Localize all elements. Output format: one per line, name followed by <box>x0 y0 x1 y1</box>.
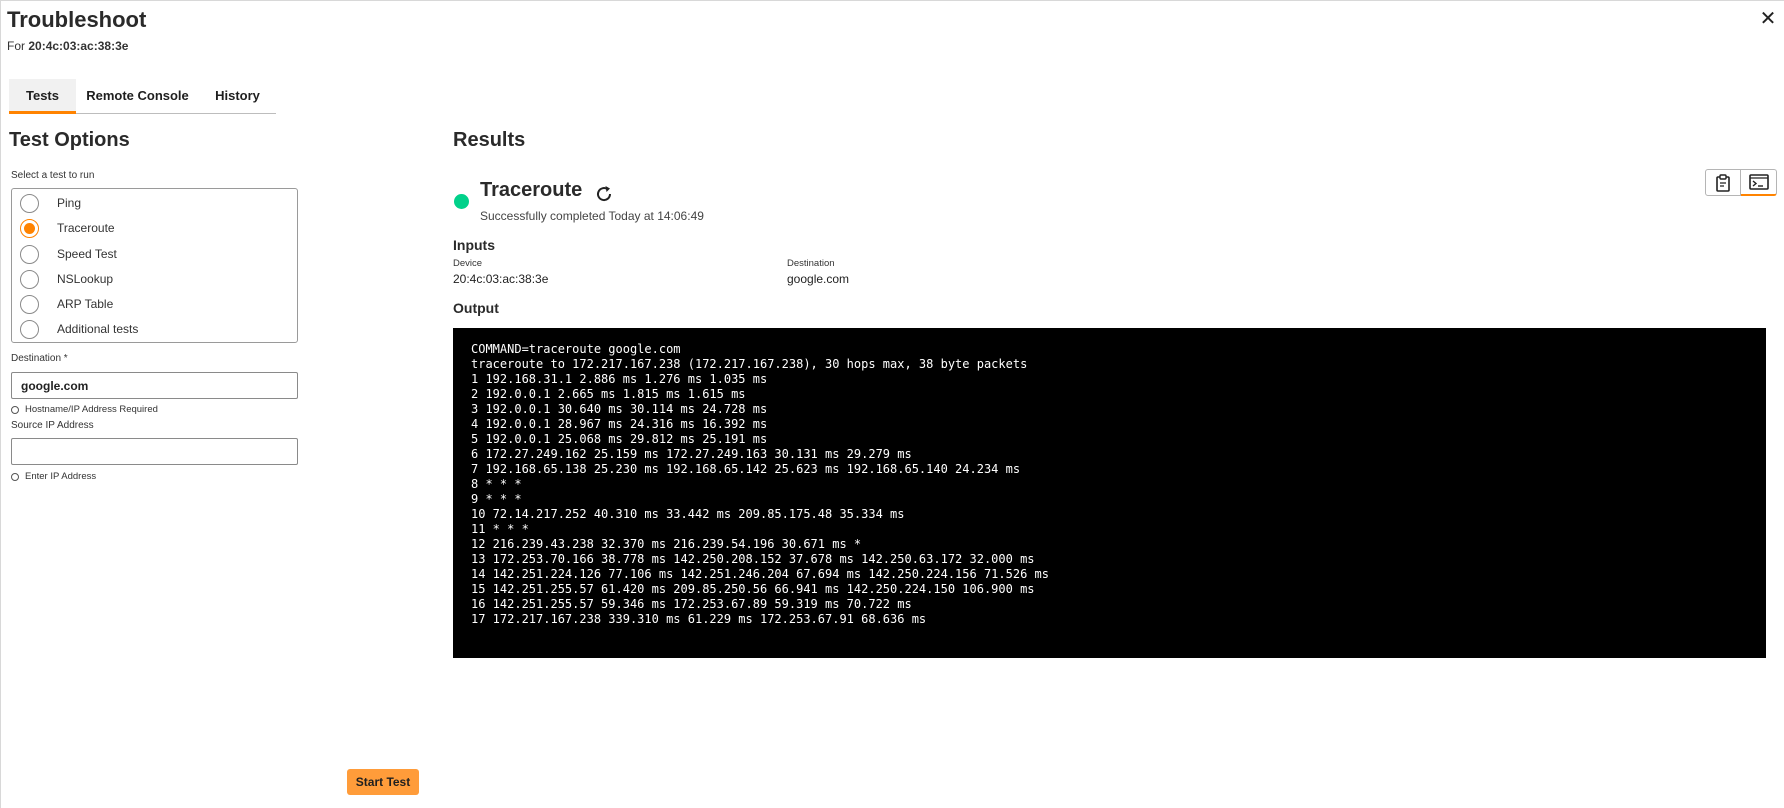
terminal-line: 4 192.0.0.1 28.967 ms 24.316 ms 16.392 m… <box>471 417 768 431</box>
subtitle-prefix: For <box>7 39 25 53</box>
device-value: 20:4c:03:ac:38:3e <box>453 272 549 286</box>
output-heading: Output <box>453 300 499 316</box>
terminal-line: 14 142.251.224.126 77.106 ms 142.251.246… <box>471 567 1049 581</box>
destination-result-value: google.com <box>787 272 850 286</box>
terminal-line: 7 192.168.65.138 25.230 ms 192.168.65.14… <box>471 462 1021 476</box>
test-options-heading: Test Options <box>9 129 130 151</box>
info-icon <box>11 472 19 481</box>
radio-additional-tests[interactable]: Additional tests <box>20 318 138 340</box>
terminal-line: 9 * * * <box>471 492 522 506</box>
radio-label: NSLookup <box>57 272 114 286</box>
terminal-line: 3 192.0.0.1 30.640 ms 30.114 ms 24.728 m… <box>471 402 768 416</box>
destination-input[interactable] <box>11 372 298 399</box>
tab-history[interactable]: History <box>199 79 276 113</box>
device-label: Device <box>453 258 483 269</box>
terminal-line: 13 172.253.70.166 38.778 ms 142.250.208.… <box>471 552 1035 566</box>
info-icon <box>11 405 19 414</box>
radio-nslookup[interactable]: NSLookup <box>20 268 113 290</box>
radio-button-selected[interactable] <box>20 218 39 238</box>
select-test-label: Select a test to run <box>11 170 95 181</box>
radio-button[interactable] <box>20 244 39 264</box>
results-heading: Results <box>453 129 526 151</box>
radio-label: Speed Test <box>57 247 117 261</box>
radio-button[interactable] <box>20 269 39 289</box>
radio-label: Ping <box>57 196 82 210</box>
terminal-line: 6 172.27.249.162 25.159 ms 172.27.249.16… <box>471 447 912 461</box>
destination-label: Destination * <box>11 353 68 364</box>
result-test-name: Traceroute <box>480 179 583 201</box>
source-ip-label: Source IP Address <box>11 420 94 431</box>
tab-tests[interactable]: Tests <box>9 79 76 114</box>
terminal-line: 5 192.0.0.1 25.068 ms 29.812 ms 25.191 m… <box>471 432 768 446</box>
tab-remote-console[interactable]: Remote Console <box>76 79 199 113</box>
output-tool-group <box>1705 169 1777 196</box>
terminal-line: 8 * * * <box>471 477 522 491</box>
result-status-text: Successfully completed Today at 14:06:49 <box>480 209 704 223</box>
tab-bar: Tests Remote Console History <box>9 79 276 114</box>
destination-hint-text: Hostname/IP Address Required <box>25 404 158 415</box>
test-radio-group: Ping Traceroute Speed Test NSLookup ARP … <box>11 188 298 343</box>
radio-speed-test[interactable]: Speed Test <box>20 243 117 265</box>
page-title: Troubleshoot <box>7 7 147 32</box>
source-ip-input[interactable] <box>11 438 298 465</box>
radio-button[interactable] <box>20 319 39 339</box>
radio-label: ARP Table <box>57 297 114 311</box>
inputs-heading: Inputs <box>453 237 495 253</box>
radio-button[interactable] <box>20 294 39 314</box>
terminal-icon[interactable] <box>1741 169 1777 196</box>
terminal-line: 1 192.168.31.1 2.886 ms 1.276 ms 1.035 m… <box>471 372 768 386</box>
close-icon[interactable]: ✕ <box>1756 7 1780 31</box>
radio-label: Traceroute <box>57 221 115 235</box>
start-test-button[interactable]: Start Test <box>347 769 419 795</box>
terminal-line: 15 142.251.255.57 61.420 ms 209.85.250.5… <box>471 582 1035 596</box>
source-ip-hint: Enter IP Address <box>11 471 96 482</box>
terminal-line: 12 216.239.43.238 32.370 ms 216.239.54.1… <box>471 537 862 551</box>
refresh-icon[interactable] <box>593 183 615 205</box>
radio-label: Additional tests <box>57 322 139 336</box>
source-ip-hint-text: Enter IP Address <box>25 471 97 482</box>
troubleshoot-panel: Troubleshoot For 20:4c:03:ac:38:3e ✕ Tes… <box>0 0 1784 808</box>
destination-hint: Hostname/IP Address Required <box>11 404 158 415</box>
radio-button[interactable] <box>20 193 39 213</box>
radio-ping[interactable]: Ping <box>20 192 81 214</box>
terminal-line: 17 172.217.167.238 339.310 ms 61.229 ms … <box>471 612 927 626</box>
subtitle-device-id: 20:4c:03:ac:38:3e <box>28 39 129 53</box>
terminal-line: 10 72.14.217.252 40.310 ms 33.442 ms 209… <box>471 507 905 521</box>
terminal-line: 16 142.251.255.57 59.346 ms 172.253.67.8… <box>471 597 912 611</box>
terminal-line: 11 * * * <box>471 522 529 536</box>
terminal-line: 2 192.0.0.1 2.665 ms 1.815 ms 1.615 ms <box>471 387 746 401</box>
page-subtitle: For 20:4c:03:ac:38:3e <box>7 39 128 53</box>
terminal-line: traceroute to 172.217.167.238 (172.217.1… <box>471 357 1028 371</box>
status-indicator <box>454 194 469 209</box>
terminal-line: COMMAND=traceroute google.com <box>471 342 681 356</box>
clipboard-icon[interactable] <box>1705 169 1741 196</box>
destination-result-label: Destination <box>787 258 835 269</box>
radio-arp-table[interactable]: ARP Table <box>20 293 113 315</box>
output-terminal[interactable]: COMMAND=traceroute google.com traceroute… <box>453 328 1766 658</box>
radio-traceroute[interactable]: Traceroute <box>20 217 115 239</box>
